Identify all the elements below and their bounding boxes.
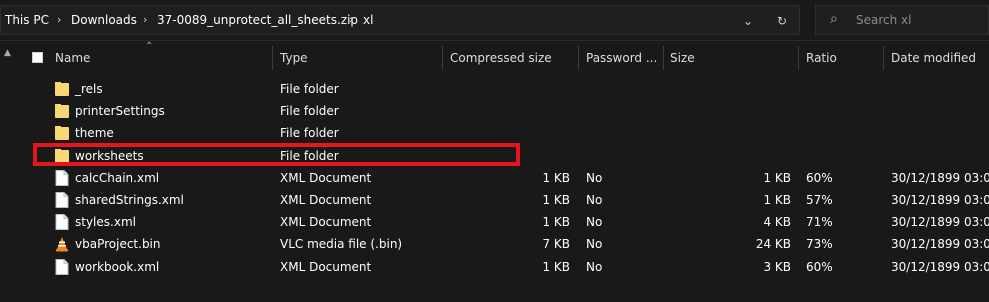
table-row[interactable]: sharedStrings.xml XML Document 1 KB No 1… <box>0 189 989 211</box>
table-row[interactable]: styles.xml XML Document 1 KB No 4 KB 71%… <box>0 211 989 233</box>
breadcrumb-downloads[interactable]: Downloads <box>71 13 137 27</box>
breadcrumb-this-pc[interactable]: This PC <box>5 13 49 27</box>
file-name: _rels <box>75 82 103 96</box>
breadcrumb-zip[interactable]: 37-0089_unprotect_all_sheets.zip <box>157 13 358 27</box>
file-type: File folder <box>280 82 339 96</box>
compression-ratio: 73% <box>806 237 833 251</box>
column-password[interactable]: Password ... <box>586 51 657 65</box>
compression-ratio: 71% <box>806 215 833 229</box>
folder-icon <box>55 103 69 119</box>
table-row[interactable]: calcChain.xml XML Document 1 KB No 1 KB … <box>0 167 989 189</box>
password-protected: No <box>586 237 603 251</box>
table-row[interactable]: _rels File folder <box>0 78 989 100</box>
file-name: calcChain.xml <box>75 171 160 185</box>
column-divider[interactable] <box>883 46 884 70</box>
column-divider[interactable] <box>578 46 579 70</box>
file-type: XML Document <box>280 171 372 185</box>
file-type: File folder <box>280 104 339 118</box>
table-row[interactable]: workbook.xml XML Document 1 KB No 3 KB 6… <box>0 256 989 278</box>
chevron-down-icon[interactable]: ⌄ <box>743 14 753 28</box>
document-icon <box>55 192 69 208</box>
search-box[interactable]: ⌕ Search xl <box>815 5 989 35</box>
file-size: 1 KB <box>763 193 791 207</box>
password-protected: No <box>586 193 603 207</box>
password-protected: No <box>586 260 603 274</box>
column-compressed-size[interactable]: Compressed size <box>450 51 552 65</box>
compressed-size: 1 KB <box>542 171 570 185</box>
column-divider[interactable] <box>798 46 799 70</box>
date-modified: 30/12/1899 03:00 <box>891 171 989 185</box>
file-size: 3 KB <box>763 260 791 274</box>
file-type: XML Document <box>280 260 372 274</box>
table-row[interactable]: vbaProject.bin VLC media file (.bin) 7 K… <box>0 233 989 255</box>
breadcrumb-xl[interactable]: xl <box>363 13 373 27</box>
file-name: workbook.xml <box>75 260 160 274</box>
column-header: ⌃ Name Type Compressed size Password ...… <box>0 41 989 72</box>
file-type: VLC media file (.bin) <box>280 237 403 251</box>
table-row[interactable]: theme File folder <box>0 122 989 144</box>
file-size: 24 KB <box>755 237 791 251</box>
document-icon <box>55 259 69 275</box>
column-type[interactable]: Type <box>280 51 308 65</box>
password-protected: No <box>586 171 603 185</box>
file-type: File folder <box>280 126 339 140</box>
highlight-annotation <box>33 143 520 166</box>
column-divider[interactable] <box>663 46 664 70</box>
column-date-modified[interactable]: Date modified <box>891 51 976 65</box>
date-modified: 30/12/1899 03:00 <box>891 260 989 274</box>
sort-ascending-icon: ⌃ <box>145 41 154 52</box>
column-name[interactable]: Name <box>55 51 90 65</box>
file-name: printerSettings <box>75 104 165 118</box>
breadcrumb-separator-icon[interactable]: › <box>349 13 353 26</box>
search-icon: ⌕ <box>830 11 838 27</box>
refresh-icon[interactable]: ↻ <box>777 14 787 28</box>
column-divider[interactable] <box>442 46 443 70</box>
file-size: 4 KB <box>763 215 791 229</box>
folder-icon <box>55 125 69 141</box>
breadcrumb-separator-icon[interactable]: › <box>57 13 61 26</box>
vlc-icon <box>55 236 69 252</box>
compressed-size: 1 KB <box>542 193 570 207</box>
compression-ratio: 60% <box>806 171 833 185</box>
folder-icon <box>55 81 69 97</box>
address-bar: This PC › Downloads › 37-0089_unprotect_… <box>0 0 989 41</box>
file-name: styles.xml <box>75 215 136 229</box>
breadcrumb[interactable]: This PC › Downloads › 37-0089_unprotect_… <box>0 5 800 35</box>
date-modified: 30/12/1899 03:00 <box>891 237 989 251</box>
compressed-size: 1 KB <box>542 260 570 274</box>
file-type: XML Document <box>280 193 372 207</box>
password-protected: No <box>586 215 603 229</box>
select-all-checkbox[interactable] <box>32 52 43 63</box>
file-type: XML Document <box>280 215 372 229</box>
date-modified: 30/12/1899 03:00 <box>891 215 989 229</box>
file-size: 1 KB <box>763 171 791 185</box>
file-name: sharedStrings.xml <box>75 193 184 207</box>
date-modified: 30/12/1899 03:00 <box>891 193 989 207</box>
file-name: theme <box>75 126 114 140</box>
search-input[interactable]: Search xl <box>856 13 911 27</box>
column-divider[interactable] <box>272 46 273 70</box>
file-name: vbaProject.bin <box>75 237 161 251</box>
column-size[interactable]: Size <box>670 51 695 65</box>
compression-ratio: 57% <box>806 193 833 207</box>
compressed-size: 1 KB <box>542 215 570 229</box>
column-ratio[interactable]: Ratio <box>806 51 837 65</box>
compression-ratio: 60% <box>806 260 833 274</box>
compressed-size: 7 KB <box>542 237 570 251</box>
table-row[interactable]: printerSettings File folder <box>0 100 989 122</box>
document-icon <box>55 170 69 186</box>
document-icon <box>55 214 69 230</box>
breadcrumb-separator-icon[interactable]: › <box>143 13 147 26</box>
